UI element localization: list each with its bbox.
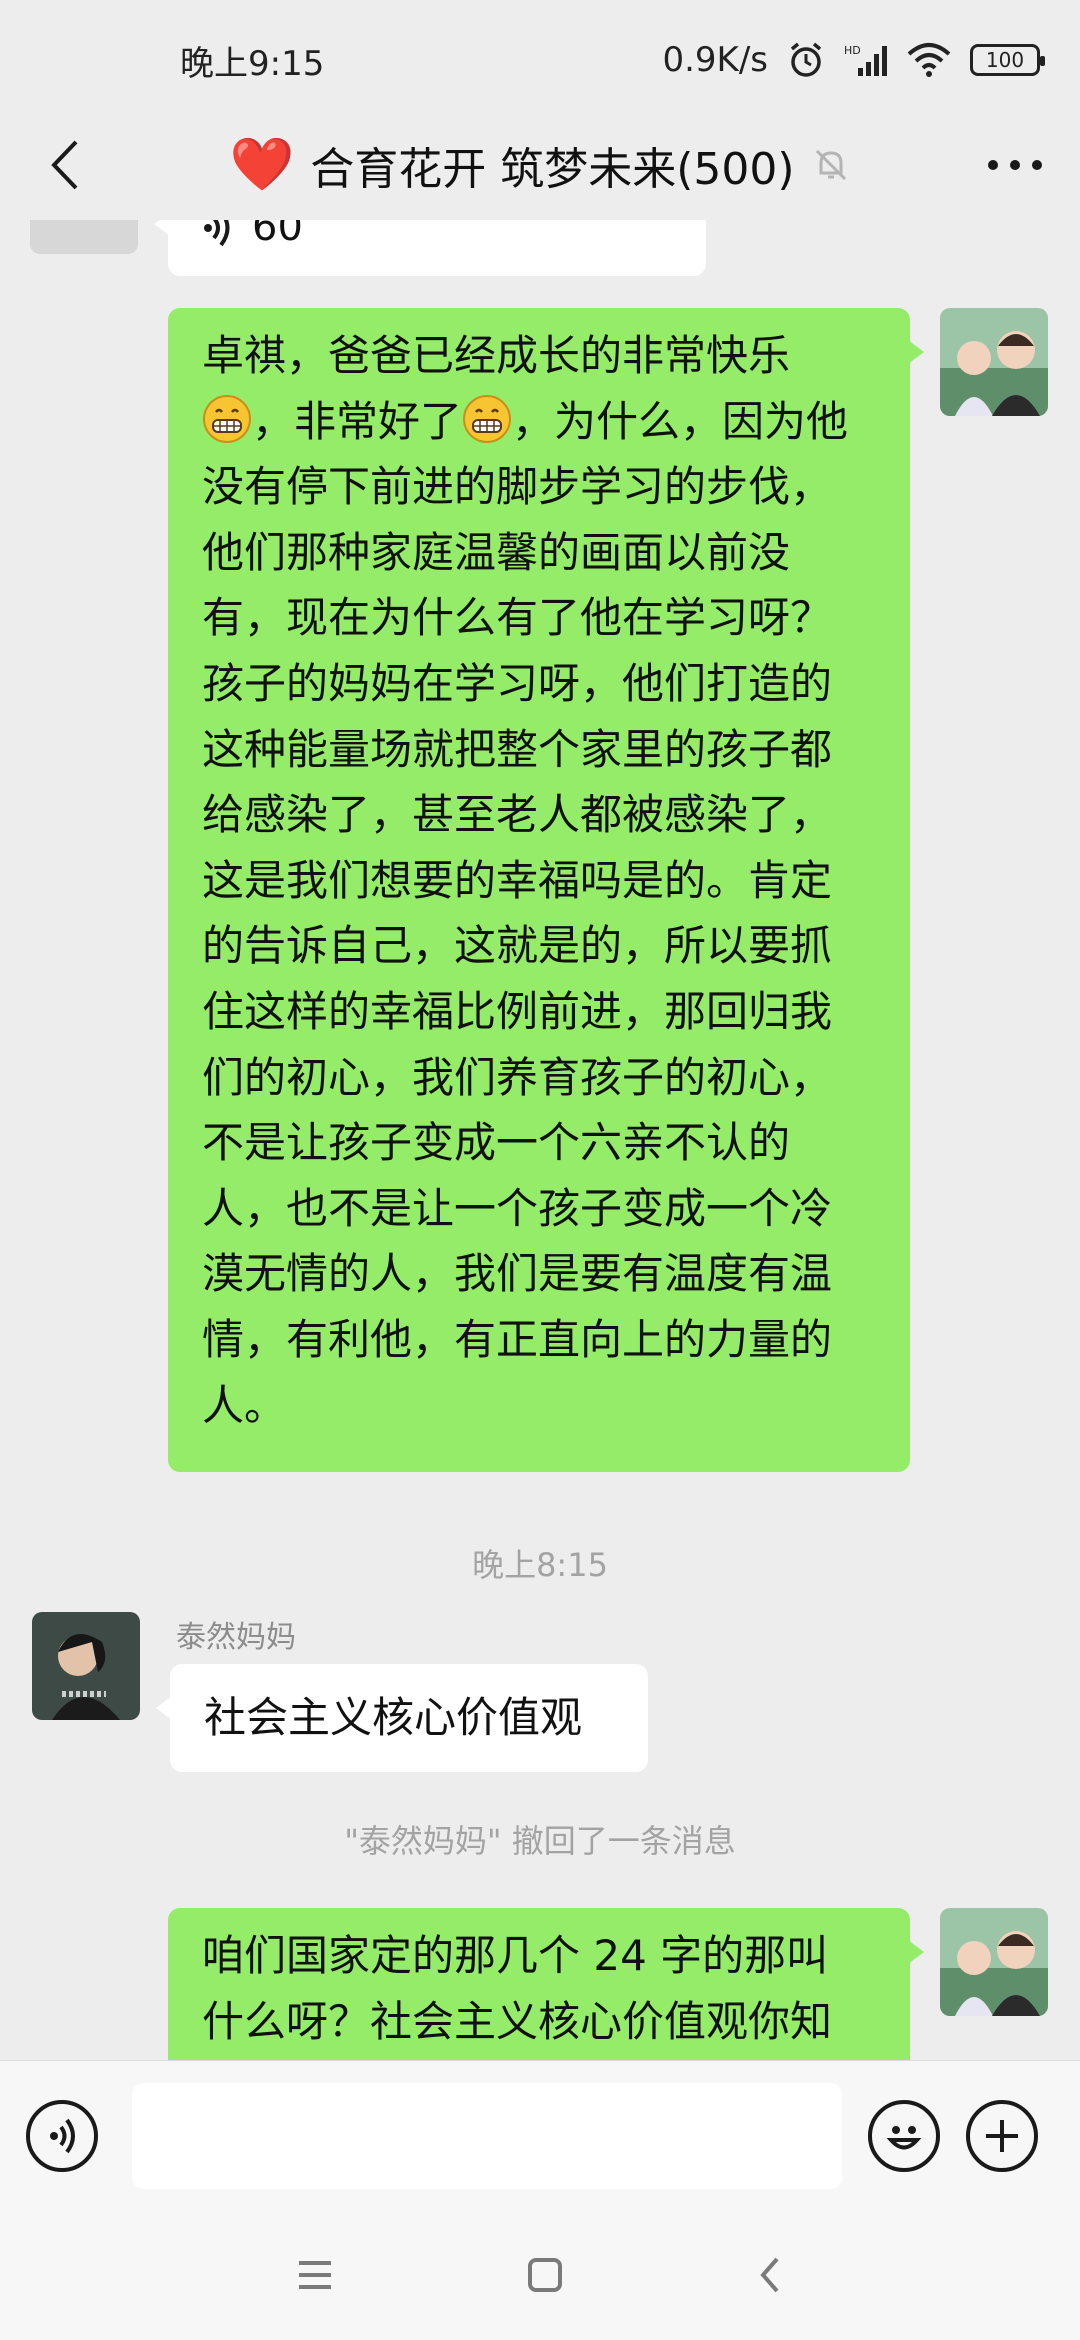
status-icons: 0.9K/s HD 100 — [662, 40, 1045, 80]
plus-icon — [986, 2119, 1018, 2152]
avatar[interactable] — [30, 220, 138, 254]
message-line: 的告诉自己，这就是的，所以要抓 — [202, 921, 833, 971]
sender-name: 泰然妈妈 — [176, 1620, 296, 1655]
sender-avatar[interactable] — [32, 1612, 140, 1720]
group-name: 合育花开 筑梦未来(500) — [310, 144, 795, 195]
message-line: 住这样的幸福比例前进，那回归我 — [202, 986, 833, 1036]
message-line: ，非常好了 ，为什么，因为他 — [202, 389, 876, 455]
home-icon[interactable] — [525, 2255, 565, 2295]
message-line: 这种能量场就把整个家里的孩子都 — [202, 724, 833, 774]
back-nav-icon[interactable] — [755, 2255, 785, 2295]
chat-header: ❤️ 合育花开 筑梦未来(500) — [0, 110, 1080, 220]
system-nav-bar — [0, 2210, 1080, 2340]
avatar-photo — [940, 308, 1048, 416]
self-avatar[interactable] — [940, 308, 1048, 416]
heart-emoji: ❤️ — [229, 135, 295, 195]
voice-message-bubble[interactable]: 60 — [154, 220, 706, 276]
menu-icon[interactable] — [295, 2257, 335, 2293]
message-line: 没有停下前进的脚步学习的步伐， — [202, 462, 833, 512]
back-button[interactable] — [30, 130, 100, 200]
battery-level: 100 — [985, 48, 1025, 72]
more-icon — [988, 160, 1042, 170]
message-line: 情，有利他，有正直向上的力量的 — [202, 1314, 833, 1364]
message-line: 人。 — [202, 1380, 287, 1430]
message-line: 人，也不是让一个孩子变成一个冷 — [202, 1183, 833, 1233]
svg-text:HD: HD — [844, 44, 861, 57]
battery-icon: 100 — [970, 44, 1045, 76]
message-line: 漠无情的人，我们是要有温度有温 — [202, 1249, 833, 1299]
message-line: 不是让孩子变成一个六亲不认的 — [202, 1118, 791, 1168]
alarm-icon — [790, 42, 822, 77]
avatar-photo — [940, 1908, 1048, 2016]
plus-button[interactable] — [966, 2099, 1038, 2172]
received-message-bubble[interactable]: 社会主义核心价值观 — [156, 1664, 648, 1772]
recall-notice: "泰然妈妈" 撤回了一条消息 — [344, 1822, 736, 1860]
message-line: 们的初心，我们养育孩子的初心， — [202, 1052, 833, 1102]
voice-button[interactable] — [26, 2099, 98, 2172]
message-line: 给感染了，甚至老人都被感染了， — [202, 790, 833, 840]
sent-message-bubble[interactable]: 卓祺，爸爸已经成长的非常快乐 ，非常好了 ，为什么，因为他 没有停下前进的脚步学习… — [168, 308, 924, 1472]
grin-emoji-icon — [203, 394, 251, 443]
chat-title[interactable]: ❤️ 合育花开 筑梦未来(500) — [229, 133, 850, 197]
message-line: 他们那种家庭温馨的画面以前没 — [202, 527, 791, 577]
mute-bell-icon — [815, 149, 846, 181]
avatar-photo — [32, 1612, 140, 1720]
chat-area[interactable]: 60 卓祺，爸爸已经成长的非常快乐 ，非常好了 ，为什么，因为他 没有停下前进的脚… — [0, 220, 1080, 2060]
message-line: 卓祺，爸爸已经成长的非常快乐 — [202, 331, 791, 380]
message-text: 社会主义核心价值观 — [204, 1693, 583, 1743]
emoji-icon — [886, 2125, 922, 2149]
sent-message-bubble[interactable]: 咱们国家定的那几个 24 字的那叫 什么呀？社会主义核心价值观你知 — [168, 1908, 924, 2060]
message-line: 这是我们想要的幸福吗是的。肯定 — [202, 855, 833, 905]
voice-wave-icon — [204, 220, 230, 247]
voice-icon — [50, 2118, 75, 2153]
input-bar — [0, 2060, 1080, 2210]
net-speed: 0.9K/s — [662, 40, 768, 80]
status-time: 晚上9:15 — [180, 43, 325, 84]
more-button[interactable] — [980, 130, 1050, 200]
message-timestamp: 晚上8:15 — [472, 1546, 608, 1584]
wifi-icon — [907, 43, 951, 77]
back-arrow-icon — [51, 140, 78, 190]
message-line: 什么呀？社会主义核心价值观你知 — [202, 1996, 833, 2046]
status-bar: 晚上9:15 0.9K/s HD 100 — [0, 0, 1080, 120]
signal-icon: HD — [844, 44, 887, 76]
message-line: 有，现在为什么有了他在学习呀？ — [202, 593, 833, 643]
message-line: 孩子的妈妈在学习呀，他们打造的 — [202, 658, 833, 708]
grin-emoji-icon — [463, 394, 512, 443]
message-input[interactable] — [132, 2082, 842, 2189]
message-line: 咱们国家定的那几个 24 字的那叫 — [202, 1931, 829, 1980]
emoji-button[interactable] — [868, 2099, 940, 2172]
voice-duration: 60 — [252, 220, 303, 251]
self-avatar[interactable] — [940, 1908, 1048, 2016]
